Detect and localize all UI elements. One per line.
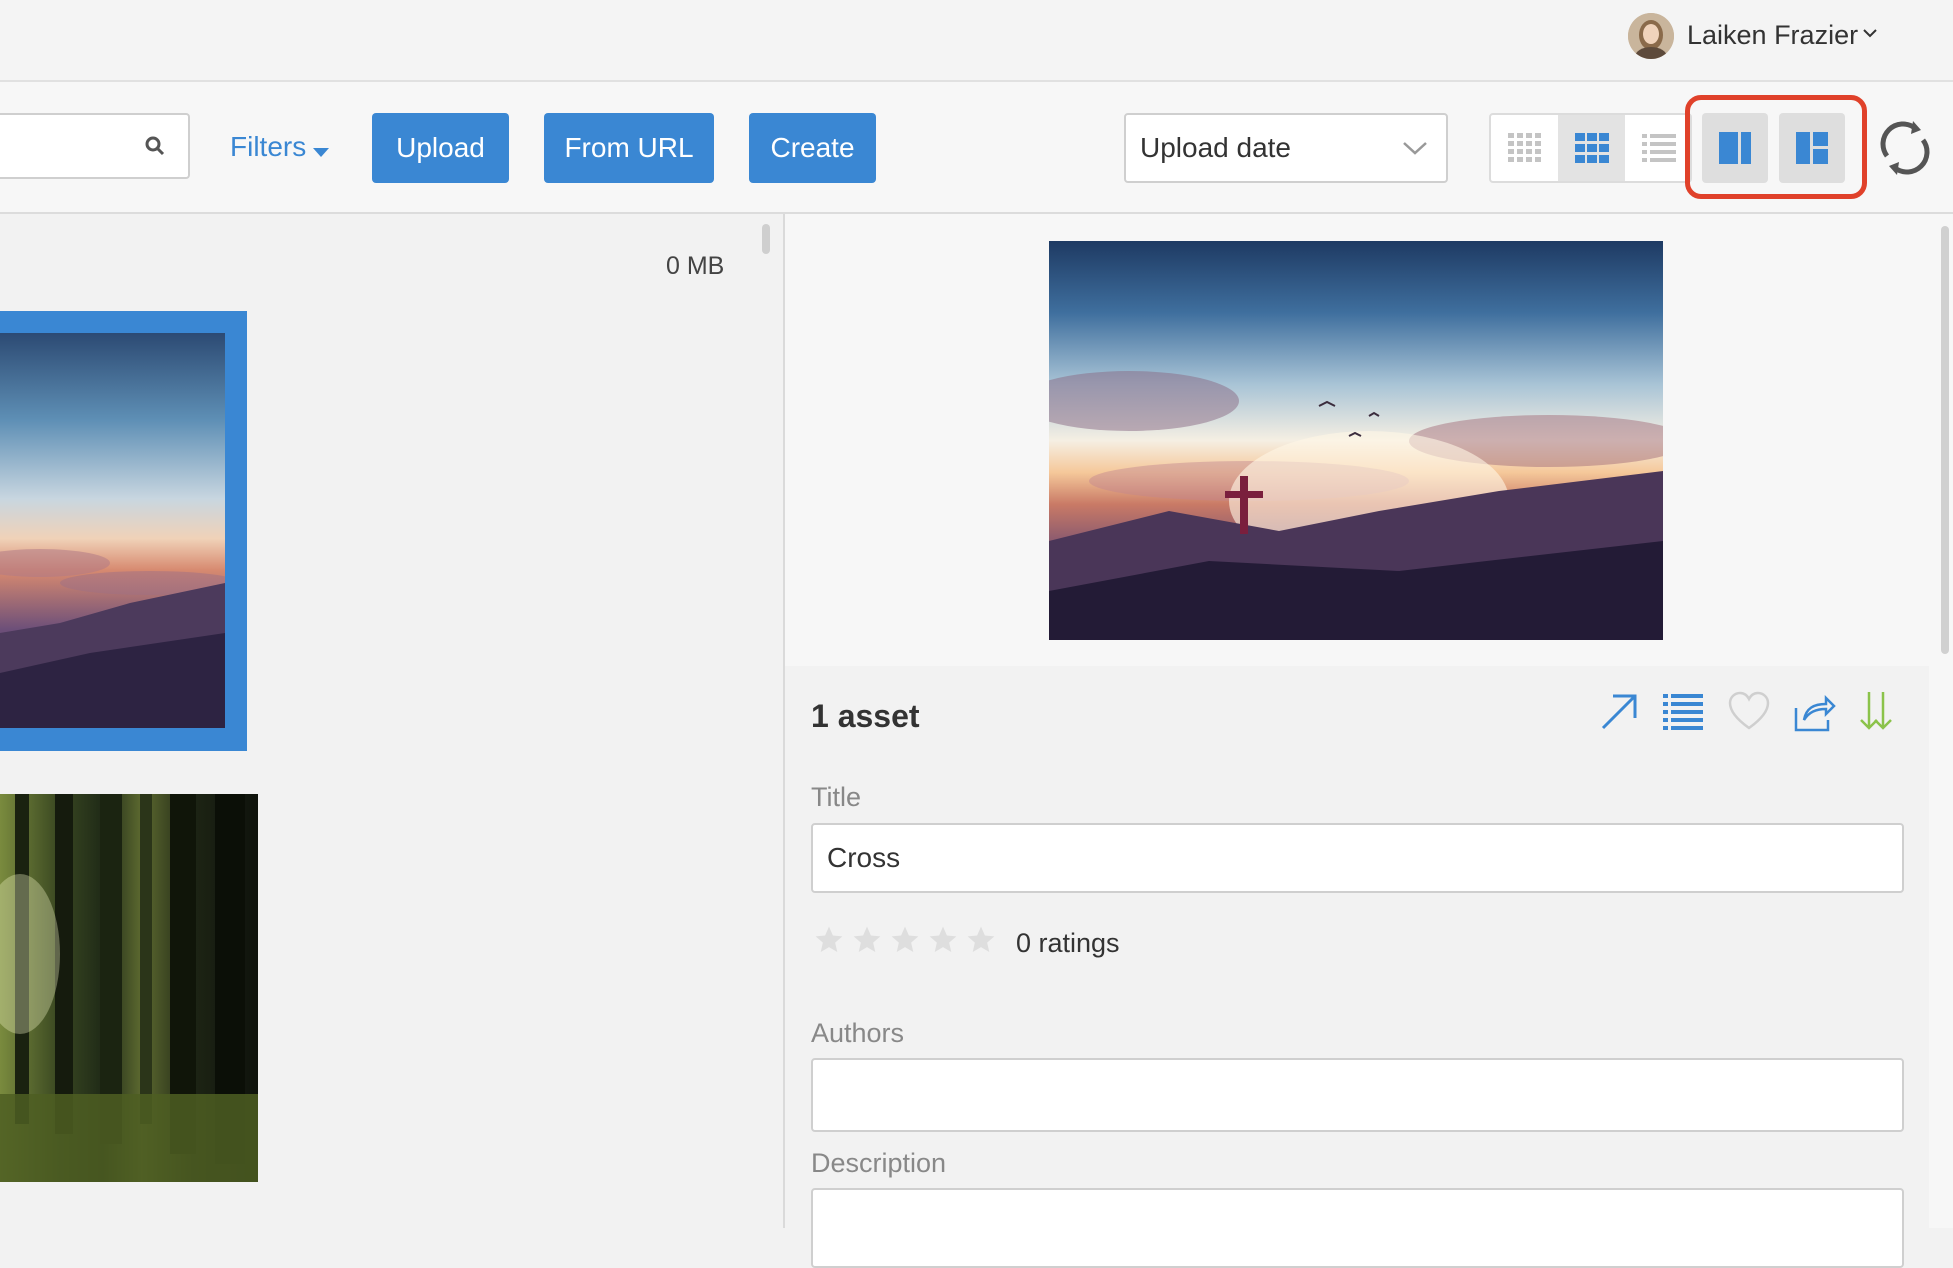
open-arrow-icon[interactable] (1597, 690, 1641, 739)
asset-details-panel: 1 asset Title Cross 0 ratings Authors De (785, 666, 1929, 1268)
star-rating[interactable] (813, 924, 997, 956)
sort-value: Upload date (1140, 132, 1292, 163)
asset-preview-image[interactable] (1049, 241, 1663, 640)
gallery-pane: 0 MB (0, 214, 785, 1228)
sort-select[interactable]: Upload date (1124, 113, 1448, 183)
asset-thumbnail-selected[interactable] (0, 311, 247, 751)
favorite-heart-icon[interactable] (1727, 690, 1771, 739)
share-icon[interactable] (1792, 690, 1836, 739)
toolbar: Filters Upload From URL Create Upload da… (0, 82, 1953, 214)
small-grid-icon (1507, 133, 1541, 162)
title-label: Title (811, 782, 862, 812)
list-view-button[interactable] (1625, 115, 1692, 181)
title-input[interactable]: Cross (811, 823, 1904, 893)
filters-button[interactable]: Filters (230, 130, 330, 166)
filters-label: Filters (230, 131, 307, 162)
star-icon[interactable] (927, 924, 959, 956)
star-icon[interactable] (813, 924, 845, 956)
user-avatar[interactable] (1628, 13, 1674, 59)
from-url-button[interactable]: From URL (544, 113, 714, 183)
small-grid-view-button[interactable] (1491, 115, 1558, 181)
description-input[interactable] (811, 1188, 1904, 1268)
user-name[interactable]: Laiken Frazier (1687, 18, 1858, 52)
star-icon[interactable] (851, 924, 883, 956)
medium-grid-view-button[interactable] (1558, 115, 1625, 181)
storage-size-label: 0 MB (666, 252, 725, 280)
caret-down-icon (312, 132, 330, 166)
detail-pane: 1 asset Title Cross 0 ratings Authors De (785, 214, 1953, 1268)
chevron-down-icon[interactable] (1862, 26, 1878, 44)
description-label: Description (811, 1148, 947, 1178)
view-mode-group (1489, 113, 1692, 183)
scrollbar[interactable] (762, 224, 770, 254)
chevron-down-icon (1402, 140, 1428, 161)
ratings-count: 0 ratings (1016, 928, 1120, 958)
search-input[interactable] (0, 113, 190, 179)
download-icon[interactable] (1855, 690, 1899, 739)
scrollbar[interactable] (1941, 226, 1949, 654)
cross-sunset-thumbnail (0, 333, 240, 728)
create-button[interactable]: Create (749, 113, 876, 183)
highlight-frame (1685, 95, 1867, 199)
top-bar: Laiken Frazier (0, 0, 1953, 82)
list-icon (1641, 134, 1676, 162)
search-icon[interactable] (144, 135, 166, 162)
star-icon[interactable] (965, 924, 997, 956)
upload-button[interactable]: Upload (372, 113, 509, 183)
asset-count: 1 asset (811, 698, 920, 734)
authors-label: Authors (811, 1018, 905, 1048)
medium-grid-icon (1574, 133, 1609, 163)
authors-input[interactable] (811, 1058, 1904, 1132)
star-icon[interactable] (889, 924, 921, 956)
forest-thumbnail[interactable] (0, 794, 258, 1182)
refresh-icon[interactable] (1875, 118, 1935, 183)
details-list-icon[interactable] (1661, 690, 1705, 739)
